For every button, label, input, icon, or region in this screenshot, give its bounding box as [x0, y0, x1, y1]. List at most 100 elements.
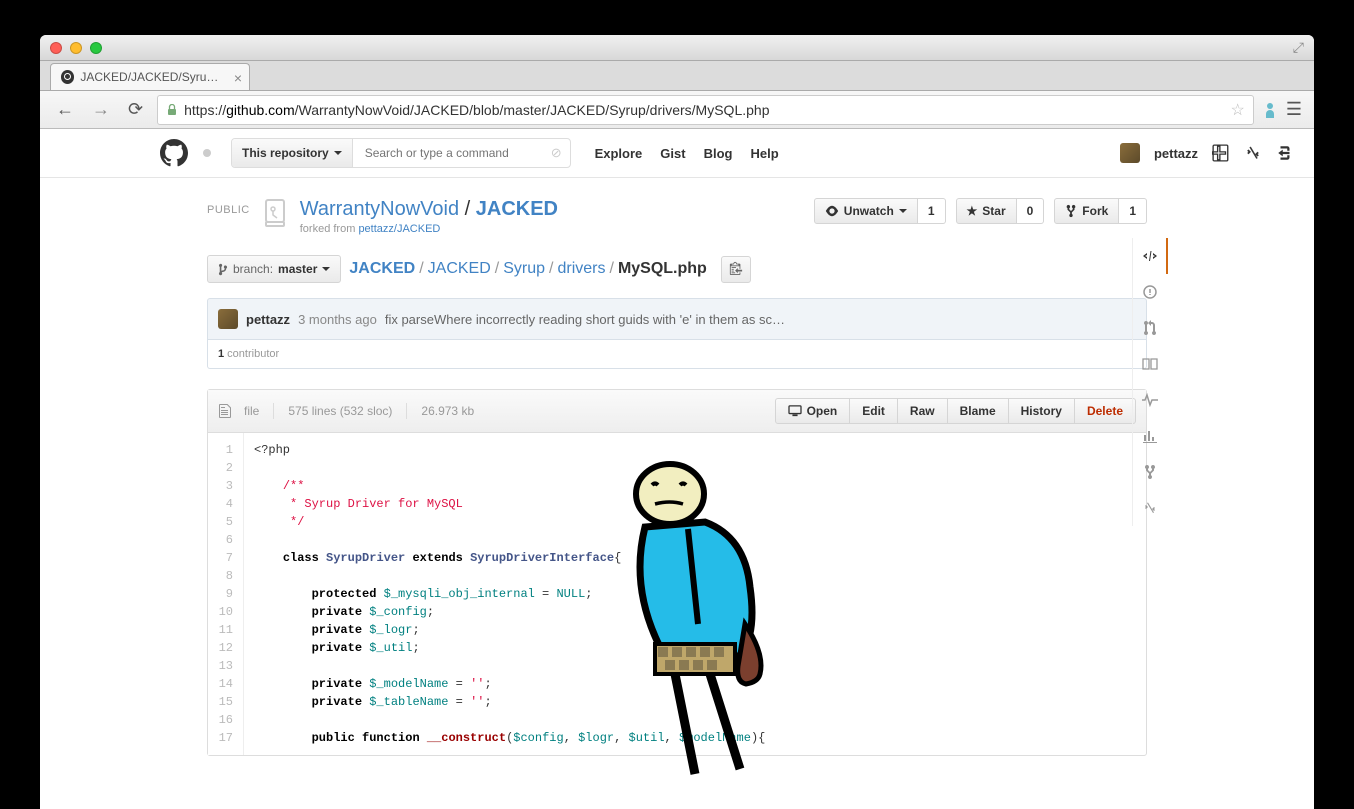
search-container: This repository ⊘ [231, 138, 571, 168]
nav-graphs[interactable] [1133, 418, 1168, 454]
lock-icon [166, 104, 178, 116]
repo-sidebar-nav [1132, 238, 1168, 526]
url-text: https://github.com/WarrantyNowVoid/JACKE… [184, 102, 1224, 118]
breadcrumb-current: MySQL.php [618, 260, 707, 277]
menu-icon[interactable]: ☰ [1286, 99, 1302, 120]
visibility-badge: PUBLIC [207, 204, 250, 216]
browser-tabstrip: JACKED/JACKED/Syrup/dri × [40, 61, 1314, 91]
history-button[interactable]: History [1009, 398, 1075, 424]
forked-from: forked from pettazz/JACKED [300, 223, 558, 235]
user-avatar[interactable] [1120, 143, 1140, 163]
file-lines: 575 lines (532 sloc) [288, 404, 392, 418]
user-name[interactable]: pettazz [1154, 146, 1198, 161]
breadcrumb-link[interactable]: Syrup [503, 260, 545, 277]
signout-icon[interactable] [1276, 144, 1294, 162]
eye-icon [825, 204, 839, 218]
repo-name-link[interactable]: JACKED [476, 198, 558, 220]
branch-select-button[interactable]: branch: master [207, 255, 341, 283]
breadcrumb-link[interactable]: JACKED [349, 260, 415, 277]
fork-button[interactable]: Fork [1054, 198, 1119, 224]
address-bar[interactable]: https://github.com/WarrantyNowVoid/JACKE… [157, 95, 1254, 125]
desktop-icon [788, 405, 802, 417]
search-scope-label: This repository [242, 146, 329, 160]
settings-icon[interactable] [1244, 144, 1262, 162]
nav-issues[interactable] [1133, 274, 1168, 310]
commit-author-link[interactable]: pettazz [246, 312, 290, 327]
browser-toolbar: ← → ⟳ https://github.com/WarrantyNowVoid… [40, 91, 1314, 129]
expand-icon[interactable]: ⤢ [1293, 39, 1304, 56]
raw-button[interactable]: Raw [898, 398, 948, 424]
breadcrumb-link[interactable]: drivers [557, 260, 605, 277]
bookmark-star-icon[interactable]: ☆ [1231, 100, 1245, 120]
edit-button[interactable]: Edit [850, 398, 898, 424]
tab-close-icon[interactable]: × [234, 70, 242, 86]
pulse-icon [1142, 393, 1158, 407]
repo-forked-icon [260, 198, 290, 228]
window-titlebar: ⤢ [40, 35, 1314, 61]
status-indicator-icon[interactable] [203, 149, 211, 157]
nav-pullrequests[interactable] [1133, 310, 1168, 346]
nav-pulse[interactable] [1133, 382, 1168, 418]
delete-button[interactable]: Delete [1075, 398, 1136, 424]
pullrequest-icon [1144, 320, 1156, 336]
copy-path-button[interactable] [721, 256, 751, 283]
fork-count[interactable]: 1 [1119, 198, 1147, 224]
graph-icon [1143, 429, 1157, 443]
unwatch-button[interactable]: Unwatch [814, 198, 918, 224]
nav-help[interactable]: Help [746, 142, 782, 165]
cartoon-overlay [600, 449, 790, 779]
code-icon [1142, 248, 1158, 264]
window-maximize-icon[interactable] [90, 42, 102, 54]
commit-author-avatar[interactable] [218, 309, 238, 329]
search-scope-button[interactable]: This repository [232, 139, 353, 167]
nav-code[interactable] [1133, 238, 1168, 274]
browser-tab[interactable]: JACKED/JACKED/Syrup/dri × [50, 63, 250, 90]
issue-icon [1143, 285, 1157, 299]
network-icon [1144, 464, 1156, 480]
blame-button[interactable]: Blame [948, 398, 1009, 424]
last-commit: pettazz 3 months ago fix parseWhere inco… [207, 298, 1147, 340]
breadcrumb-link[interactable]: JACKED [428, 260, 491, 277]
nav-network[interactable] [1133, 454, 1168, 490]
repo-title: WarrantyNowVoid / JACKED [300, 198, 558, 221]
path-breadcrumb: JACKED/JACKED/Syrup/drivers/MySQL.php [349, 260, 706, 278]
star-count[interactable]: 0 [1017, 198, 1045, 224]
nav-gist[interactable]: Gist [656, 142, 689, 165]
line-numbers[interactable]: 1234567891011121314151617 [208, 433, 244, 755]
star-icon: ★ [967, 204, 978, 218]
tab-title: JACKED/JACKED/Syrup/dri [80, 70, 223, 84]
nav-settings[interactable] [1133, 490, 1168, 526]
command-hint-icon: ⊘ [543, 145, 570, 161]
reload-button[interactable]: ⟳ [124, 97, 147, 122]
star-button[interactable]: ★ Star [956, 198, 1017, 224]
nav-wiki[interactable] [1133, 346, 1168, 382]
profile-icon[interactable] [1264, 102, 1276, 118]
github-logo-icon[interactable] [160, 139, 188, 167]
window-minimize-icon[interactable] [70, 42, 82, 54]
commit-message[interactable]: fix parseWhere incorrectly reading short… [385, 312, 785, 327]
tools-icon [1142, 500, 1158, 516]
nav-blog[interactable]: Blog [700, 142, 737, 165]
site-header: This repository ⊘ Explore Gist Blog Help… [40, 129, 1314, 178]
back-button[interactable]: ← [52, 97, 78, 122]
repo-owner-link[interactable]: WarrantyNowVoid [300, 198, 459, 220]
window-close-icon[interactable] [50, 42, 62, 54]
caret-down-icon [322, 267, 330, 271]
book-icon [1142, 357, 1158, 371]
caret-down-icon [334, 151, 342, 155]
forked-from-link[interactable]: pettazz/JACKED [358, 223, 440, 235]
favicon-icon [61, 70, 74, 84]
repo-header: PUBLIC WarrantyNowVoid / JACKED forked f… [207, 198, 1147, 235]
branch-icon [218, 263, 228, 276]
commit-time: 3 months ago [298, 312, 377, 327]
search-input[interactable] [353, 139, 543, 167]
create-icon[interactable] [1212, 144, 1230, 162]
contributors: 1 contributor [207, 340, 1147, 369]
fork-icon [1065, 204, 1077, 218]
file-size: 26.973 kb [421, 404, 474, 418]
clipboard-icon [729, 261, 743, 275]
nav-explore[interactable]: Explore [591, 142, 647, 165]
open-button[interactable]: Open [775, 398, 851, 424]
forward-button[interactable]: → [88, 97, 114, 122]
watch-count[interactable]: 1 [918, 198, 946, 224]
